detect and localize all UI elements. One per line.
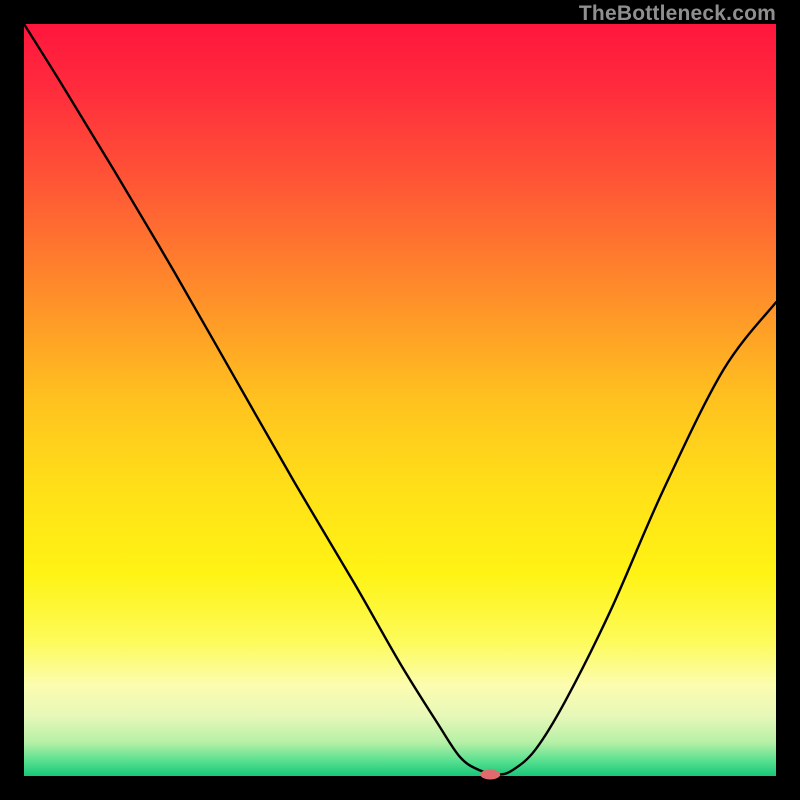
bottleneck-chart [0, 0, 800, 800]
watermark-text: TheBottleneck.com [579, 2, 776, 26]
optimal-marker [480, 769, 500, 779]
chart-frame: TheBottleneck.com [0, 0, 800, 800]
